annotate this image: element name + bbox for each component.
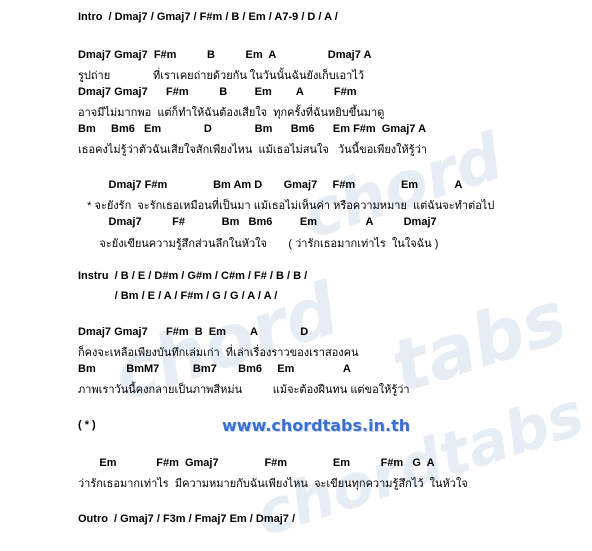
chord-line: Dmaj7 Gmaj7 F#m B Em A Dmaj7 A [78, 49, 372, 61]
chord-line: Dmaj7 Gmaj7 F#m B Em A F#m [78, 86, 357, 98]
lyric-line: ว่ารักเธอมากเท่าไร มีความหมายกับฉันเพียง… [78, 478, 468, 490]
instru-line: Instru / B / E / D#m / G#m / C#m / F# / … [78, 270, 308, 282]
repeat-marker: ( * ) [78, 419, 96, 431]
watermark-logo: tabs [381, 274, 577, 410]
chord-line: Dmaj7 F# Bm Bm6 Em A Dmaj7 [78, 216, 437, 228]
lyric-line: จะยังเขียนความรู้สึกส่วนลึกในหัวใจ ( ว่า… [78, 238, 439, 250]
outro-line: Outro / Gmaj7 / F3m / Fmaj7 Em / Dmaj7 / [78, 513, 296, 525]
lyric-line: อาจมีไม่มากพอ แต่ก็ทำให้ฉันต้องเสียใจ ทุ… [78, 107, 385, 119]
chord-line: Dmaj7 Gmaj7 F#m B Em A D [78, 326, 309, 338]
chord-line: Bm BmM7 Bm7 Bm6 Em A [78, 363, 351, 375]
chord-line: Bm Bm6 Em D Bm Bm6 Em F#m Gmaj7 A [78, 123, 427, 135]
chord-line: Dmaj7 F#m Bm Am D Gmaj7 F#m Em A [78, 179, 463, 191]
instru-line: / Bm / E / A / F#m / G / G / A / A / [78, 290, 278, 302]
lyric-line: เธอคงไม่รู้ว่าตัวฉันเสียใจสักเพียงไหน แม… [78, 144, 428, 156]
intro-line: Intro / Dmaj7 / Gmaj7 / F#m / B / Em / A… [78, 11, 338, 23]
lyric-line: ภาพเราวันนี้คงกลายเป็นภาพสีหม่น แม้จะต้อ… [78, 384, 410, 396]
chord-line: Em F#m Gmaj7 F#m Em F#m G A [78, 457, 435, 469]
site-url-link[interactable]: www.chordtabs.in.th [222, 416, 410, 435]
lyric-line: รูปถ่าย ที่เราเคยถ่ายด้วยกัน ในวันนั้นฉั… [78, 70, 365, 82]
lyric-line: * จะยังรัก จะรักเธอเหมือนที่เป็นมา แม้เธ… [78, 200, 495, 212]
lyric-line: ก็คงจะเหลือเพียงบันทึกเล่มเก่า ที่เล่าเร… [78, 347, 359, 359]
